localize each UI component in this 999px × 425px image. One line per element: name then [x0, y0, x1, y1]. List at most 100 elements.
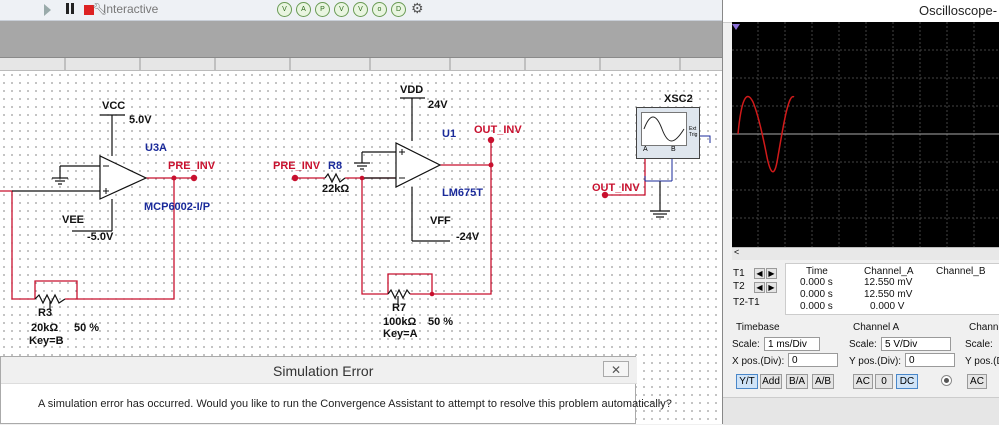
channel-a-group: Channel A Scale: 5 V/Div Y pos.(Div): 0 …: [843, 320, 961, 392]
t2-right-arrow-icon[interactable]: ▶: [766, 282, 777, 293]
channel-b-title: Channe: [969, 322, 999, 333]
workspace-header-band: [0, 21, 722, 58]
vcc-label: VCC: [102, 100, 126, 112]
out-inv-label-2: OUT_INV: [592, 182, 640, 194]
voltage-probe-icon[interactable]: V: [277, 2, 292, 17]
channel-b-ypos-label: Y pos.(D: [965, 356, 999, 367]
b-over-a-button[interactable]: B/A: [786, 374, 808, 389]
channel-b-terminal-label: B: [671, 146, 676, 153]
digital-probe-icon[interactable]: D: [391, 2, 406, 17]
channel-b-ac-button[interactable]: AC: [967, 374, 987, 389]
xpos-label: X pos.(Div):: [732, 356, 785, 367]
power-probe-icon[interactable]: P: [315, 2, 330, 17]
trigger-marker-icon[interactable]: [732, 24, 740, 30]
run-icon[interactable]: [44, 4, 51, 16]
reference-probe-icon[interactable]: o: [372, 2, 387, 17]
add-button[interactable]: Add: [760, 374, 782, 389]
t2-channel-a: 12.550 mV: [864, 289, 913, 300]
xpos-field[interactable]: 0: [788, 353, 838, 367]
scroll-left-icon[interactable]: <: [734, 247, 739, 257]
channel-b-scale-label: Scale:: [965, 339, 993, 350]
timebase-scale-label: Scale:: [732, 339, 760, 350]
oscilloscope-screen[interactable]: [732, 22, 999, 247]
u3a-label: U3A: [145, 142, 168, 154]
horizontal-scrollbar[interactable]: <: [732, 247, 999, 260]
pre-inv-label-1: PRE_INV: [168, 160, 216, 172]
a-over-b-button[interactable]: A/B: [812, 374, 834, 389]
differential-probe-icon[interactable]: V: [334, 2, 349, 17]
t2-t1-label: T2-T1: [733, 297, 760, 308]
u1-part-label: LM675T: [442, 187, 483, 199]
channel-a-terminal-label: A: [643, 146, 648, 153]
r7-percent: 50 %: [428, 316, 454, 328]
t2-t1-channel-a: 0.000 V: [870, 301, 905, 312]
r7-key: Key=A: [383, 328, 418, 340]
r3-label: R3: [38, 307, 53, 319]
r8-label: R8: [328, 160, 343, 172]
channel-b-header: Channel_B: [936, 266, 986, 277]
timebase-group: Timebase Scale: 1 ms/Div X pos.(Div): 0 …: [730, 320, 847, 392]
vdd-value: 24V: [428, 99, 448, 111]
vee-value: -5.0V: [87, 231, 114, 243]
t1-time: 0.000 s: [800, 277, 833, 288]
dialog-message: A simulation error has occurred. Would y…: [38, 398, 672, 410]
r3-key: Key=B: [29, 335, 64, 347]
oscilloscope-footer: [723, 397, 999, 425]
instrument-screen: [641, 112, 687, 146]
channel-a-header: Channel_A: [864, 266, 914, 277]
channel-a-title: Channel A: [853, 322, 900, 333]
cursor-controls: T1 T2 T2-T1 ◀ ▶ ◀ ▶: [730, 264, 788, 311]
t2-time: 0.000 s: [800, 289, 833, 300]
time-header: Time: [806, 266, 828, 277]
vff-label: VFF: [430, 215, 451, 227]
vee-label: VEE: [62, 214, 85, 226]
channel-a-scale-label: Scale:: [849, 339, 877, 350]
u3a-part-label: MCP6002-I/P: [144, 201, 211, 213]
vdd-label: VDD: [400, 84, 424, 96]
timebase-scale-field[interactable]: 1 ms/Div: [764, 337, 820, 351]
r3-percent: 50 %: [74, 322, 100, 334]
t2-label: T2: [733, 281, 745, 292]
u1-label: U1: [442, 128, 457, 140]
current-probe-icon[interactable]: A: [296, 2, 311, 17]
channel-a-zero-button[interactable]: 0: [875, 374, 893, 389]
r3-value: 20kΩ: [31, 322, 59, 334]
r8-value: 22kΩ: [322, 183, 350, 195]
vff-value: -24V: [456, 231, 480, 243]
t1-label: T1: [733, 268, 745, 279]
ext-trig-label: Ext Trig: [689, 126, 698, 138]
xsc2-label: XSC2: [664, 93, 693, 105]
r7-label: R7: [392, 302, 407, 314]
t1-channel-a: 12.550 mV: [864, 277, 913, 288]
t1-right-arrow-icon[interactable]: ▶: [766, 268, 777, 279]
ruler: [0, 58, 722, 71]
channel-a-dc-button[interactable]: DC: [896, 374, 918, 389]
t2-t1-time: 0.000 s: [800, 301, 833, 312]
t1-left-arrow-icon[interactable]: ◀: [754, 268, 765, 279]
channel-a-ac-button[interactable]: AC: [853, 374, 873, 389]
vi-probe-icon[interactable]: V: [353, 2, 368, 17]
gear-icon[interactable]: ⚙: [411, 0, 424, 17]
oscilloscope-title: Oscilloscope-: [919, 3, 998, 18]
timebase-title: Timebase: [736, 322, 780, 333]
oscilloscope-titlebar[interactable]: Oscilloscope-: [723, 0, 999, 23]
channel-a-ypos-field[interactable]: 0: [905, 353, 955, 367]
channel-a-radio[interactable]: [941, 375, 952, 386]
pause-icon[interactable]: [66, 3, 78, 15]
interactive-label[interactable]: Interactive: [103, 2, 158, 16]
dialog-title: Simulation Error: [273, 363, 374, 379]
channel-a-scale-field[interactable]: 5 V/Div: [881, 337, 951, 351]
measurement-table: Time Channel_A Channel_B 0.000 s 12.550 …: [785, 263, 999, 315]
close-icon[interactable]: ✕: [603, 361, 629, 377]
yt-button[interactable]: Y/T: [736, 374, 758, 389]
vcc-value: 5.0V: [129, 114, 152, 126]
oscilloscope-window: Oscilloscope- < T1 T2 T2-T1 ◀ ▶ ◀ ▶ Time…: [722, 0, 999, 425]
dialog-titlebar[interactable]: Simulation Error ✕: [1, 357, 637, 384]
oscilloscope-instrument[interactable]: Ext Trig A B: [636, 107, 700, 159]
t2-left-arrow-icon[interactable]: ◀: [754, 282, 765, 293]
channel-a-ypos-label: Y pos.(Div):: [849, 356, 902, 367]
simulation-error-dialog: Simulation Error ✕ A simulation error ha…: [0, 356, 672, 424]
channel-b-group: Channe Scale: Y pos.(D AC: [961, 320, 999, 392]
r7-value: 100kΩ: [383, 316, 417, 328]
simulation-toolbar: 🔧︎ Interactive V A P V V o D ⚙: [0, 0, 722, 21]
